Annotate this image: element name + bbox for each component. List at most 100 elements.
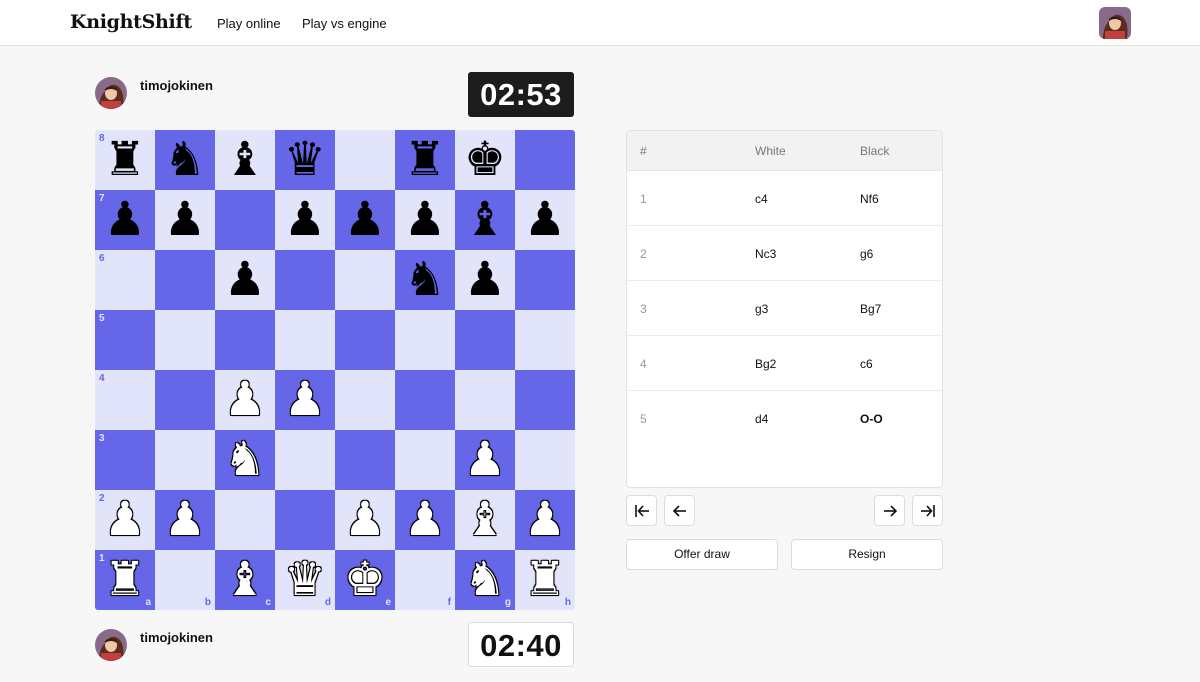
square-e5[interactable] bbox=[335, 310, 395, 370]
square-f5[interactable] bbox=[395, 310, 455, 370]
square-e7[interactable]: ♟ bbox=[335, 190, 395, 250]
move-row[interactable]: 4 Bg2 c6 bbox=[627, 336, 942, 391]
black-knight-icon[interactable]: ♞ bbox=[155, 130, 215, 190]
square-e6[interactable] bbox=[335, 250, 395, 310]
move-row[interactable]: 3 g3 Bg7 bbox=[627, 281, 942, 336]
square-a5[interactable]: 5 bbox=[95, 310, 155, 370]
white-bishop-icon[interactable]: ♝ bbox=[455, 490, 515, 550]
square-a1[interactable]: 1 a ♜ bbox=[95, 550, 155, 610]
square-a2[interactable]: 2 ♟ bbox=[95, 490, 155, 550]
square-b1[interactable]: b bbox=[155, 550, 215, 610]
square-g2[interactable]: ♝ bbox=[455, 490, 515, 550]
white-move[interactable]: Bg2 bbox=[755, 357, 776, 371]
next-move-button[interactable] bbox=[874, 495, 905, 526]
first-move-button[interactable] bbox=[626, 495, 657, 526]
square-d1[interactable]: d ♛ bbox=[275, 550, 335, 610]
square-c8[interactable]: ♝ bbox=[215, 130, 275, 190]
white-pawn-icon[interactable]: ♟ bbox=[215, 370, 275, 430]
black-rook-icon[interactable]: ♜ bbox=[95, 130, 155, 190]
square-h1[interactable]: h ♜ bbox=[515, 550, 575, 610]
black-pawn-icon[interactable]: ♟ bbox=[335, 190, 395, 250]
black-pawn-icon[interactable]: ♟ bbox=[515, 190, 575, 250]
square-e4[interactable] bbox=[335, 370, 395, 430]
white-knight-icon[interactable]: ♞ bbox=[215, 430, 275, 490]
square-d6[interactable] bbox=[275, 250, 335, 310]
move-row[interactable]: 5 d4 O-O bbox=[627, 391, 942, 446]
black-knight-icon[interactable]: ♞ bbox=[395, 250, 455, 310]
square-g1[interactable]: g ♞ bbox=[455, 550, 515, 610]
square-d2[interactable] bbox=[275, 490, 335, 550]
black-pawn-icon[interactable]: ♟ bbox=[395, 190, 455, 250]
resign-button[interactable]: Resign bbox=[791, 539, 943, 570]
offer-draw-button[interactable]: Offer draw bbox=[626, 539, 778, 570]
black-pawn-icon[interactable]: ♟ bbox=[155, 190, 215, 250]
square-c5[interactable] bbox=[215, 310, 275, 370]
black-pawn-icon[interactable]: ♟ bbox=[95, 190, 155, 250]
square-c1[interactable]: c ♝ bbox=[215, 550, 275, 610]
square-b6[interactable] bbox=[155, 250, 215, 310]
last-move-button[interactable] bbox=[912, 495, 943, 526]
square-d7[interactable]: ♟ bbox=[275, 190, 335, 250]
nav-play-vs-engine[interactable]: Play vs engine bbox=[302, 16, 387, 31]
square-e8[interactable] bbox=[335, 130, 395, 190]
square-b4[interactable] bbox=[155, 370, 215, 430]
black-bishop-icon[interactable]: ♝ bbox=[455, 190, 515, 250]
square-a8[interactable]: 8 ♜ bbox=[95, 130, 155, 190]
square-c2[interactable] bbox=[215, 490, 275, 550]
white-move[interactable]: Nc3 bbox=[755, 247, 776, 261]
square-b8[interactable]: ♞ bbox=[155, 130, 215, 190]
square-h3[interactable] bbox=[515, 430, 575, 490]
white-rook-icon[interactable]: ♜ bbox=[95, 550, 155, 610]
white-knight-icon[interactable]: ♞ bbox=[455, 550, 515, 610]
white-pawn-icon[interactable]: ♟ bbox=[395, 490, 455, 550]
black-move[interactable]: g6 bbox=[860, 247, 873, 261]
square-a6[interactable]: 6 bbox=[95, 250, 155, 310]
square-g3[interactable]: ♟ bbox=[455, 430, 515, 490]
white-queen-icon[interactable]: ♛ bbox=[275, 550, 335, 610]
black-king-icon[interactable]: ♚ bbox=[455, 130, 515, 190]
square-e1[interactable]: e ♚ bbox=[335, 550, 395, 610]
square-d5[interactable] bbox=[275, 310, 335, 370]
white-rook-icon[interactable]: ♜ bbox=[515, 550, 575, 610]
square-g8[interactable]: ♚ bbox=[455, 130, 515, 190]
square-d3[interactable] bbox=[275, 430, 335, 490]
square-f3[interactable] bbox=[395, 430, 455, 490]
square-c6[interactable]: ♟ bbox=[215, 250, 275, 310]
nav-play-online[interactable]: Play online bbox=[217, 16, 281, 31]
square-g4[interactable] bbox=[455, 370, 515, 430]
black-pawn-icon[interactable]: ♟ bbox=[455, 250, 515, 310]
square-h6[interactable] bbox=[515, 250, 575, 310]
chess-board[interactable]: 8 ♜ ♞ ♝ ♛ ♜ ♚ 7 ♟ ♟ ♟ ♟ ♟ ♝ ♟ 6 ♟ ♞ ♟ 5 4 ♟ ♟ 3 ♞ ♟ 2 ♟ ♟ ♟ ♟ ♝ ♟ 1 a ♜ b c ♝ d… bbox=[95, 130, 575, 610]
square-g5[interactable] bbox=[455, 310, 515, 370]
black-pawn-icon[interactable]: ♟ bbox=[215, 250, 275, 310]
black-move-current[interactable]: O-O bbox=[860, 412, 883, 426]
square-e3[interactable] bbox=[335, 430, 395, 490]
white-move[interactable]: d4 bbox=[755, 412, 768, 426]
white-move[interactable]: c4 bbox=[755, 192, 768, 206]
white-pawn-icon[interactable]: ♟ bbox=[455, 430, 515, 490]
square-f4[interactable] bbox=[395, 370, 455, 430]
logo[interactable]: KnightShift bbox=[70, 11, 192, 33]
square-b2[interactable]: ♟ bbox=[155, 490, 215, 550]
black-move[interactable]: c6 bbox=[860, 357, 873, 371]
black-rook-icon[interactable]: ♜ bbox=[395, 130, 455, 190]
move-row[interactable]: 2 Nc3 g6 bbox=[627, 226, 942, 281]
square-a3[interactable]: 3 bbox=[95, 430, 155, 490]
white-king-icon[interactable]: ♚ bbox=[335, 550, 395, 610]
square-d8[interactable]: ♛ bbox=[275, 130, 335, 190]
square-f1[interactable]: f bbox=[395, 550, 455, 610]
square-g6[interactable]: ♟ bbox=[455, 250, 515, 310]
black-queen-icon[interactable]: ♛ bbox=[275, 130, 335, 190]
square-h8[interactable] bbox=[515, 130, 575, 190]
square-a4[interactable]: 4 bbox=[95, 370, 155, 430]
white-pawn-icon[interactable]: ♟ bbox=[515, 490, 575, 550]
white-bishop-icon[interactable]: ♝ bbox=[215, 550, 275, 610]
black-move[interactable]: Nf6 bbox=[860, 192, 879, 206]
black-move[interactable]: Bg7 bbox=[860, 302, 881, 316]
white-pawn-icon[interactable]: ♟ bbox=[275, 370, 335, 430]
square-f7[interactable]: ♟ bbox=[395, 190, 455, 250]
square-e2[interactable]: ♟ bbox=[335, 490, 395, 550]
square-h2[interactable]: ♟ bbox=[515, 490, 575, 550]
white-pawn-icon[interactable]: ♟ bbox=[155, 490, 215, 550]
black-bishop-icon[interactable]: ♝ bbox=[215, 130, 275, 190]
